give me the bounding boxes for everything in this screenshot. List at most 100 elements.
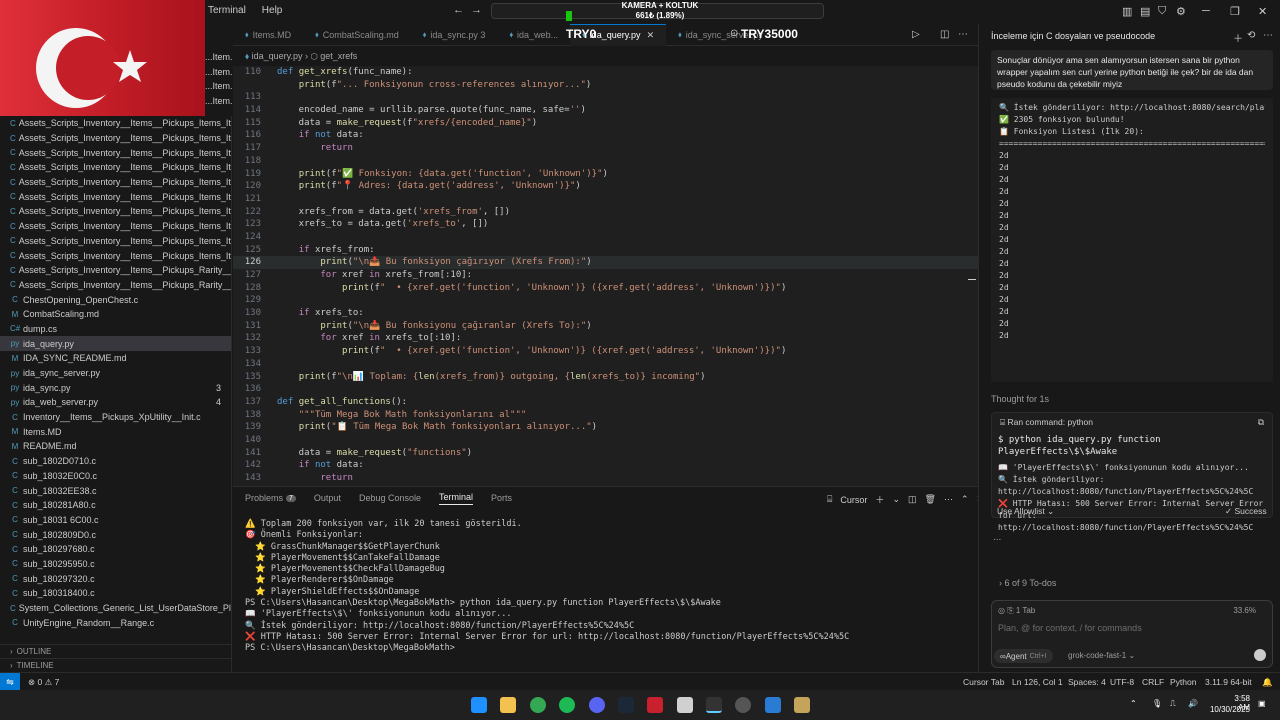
remote-icon[interactable]: ⇋ [0, 673, 20, 691]
tab-problems[interactable]: Problems 7 [245, 493, 296, 503]
windows-start-icon[interactable] [471, 697, 487, 713]
chevron-down-icon[interactable]: ⌄ [892, 494, 900, 505]
menu-help[interactable]: Help [254, 5, 291, 16]
forward-arrow-icon[interactable]: → [471, 4, 482, 16]
notification-icon[interactable]: ▣ [1258, 699, 1266, 708]
context-row[interactable]: ◎ ⎘ 1 Tab [998, 606, 1035, 616]
tree-item[interactable]: C UnityEngine_Random__Range.c [0, 615, 231, 630]
editor-tab[interactable]: ⬧ Items.MD [233, 24, 303, 46]
tree-item[interactable]: ...Item... [205, 96, 232, 111]
app-ida-icon[interactable] [677, 697, 693, 713]
tree-item[interactable]: M IDA_SYNC_README.md [0, 351, 231, 366]
obs-icon[interactable] [735, 697, 751, 713]
user-message[interactable]: Sonuçlar dönüyor ama sen alamıyorsun ist… [991, 50, 1273, 90]
split-editor-icon[interactable]: ◫ [940, 29, 949, 40]
thought-label[interactable]: Thought for 1s [991, 394, 1049, 404]
outline-section[interactable]: › OUTLINE [0, 644, 232, 658]
tree-item[interactable]: py ida_web_server.py 4 [0, 395, 231, 410]
editor-tab[interactable]: ⬧ ida_sync.py 3 [411, 24, 498, 46]
tree-item[interactable]: ...Item... [205, 52, 232, 67]
breadcrumb-file[interactable]: ida_query.py [252, 51, 303, 61]
more-actions-icon[interactable]: ⋯ [958, 29, 968, 40]
file-explorer-icon[interactable] [500, 697, 516, 713]
tree-item[interactable]: py ida_sync_server.py [0, 366, 231, 381]
model-selector[interactable]: grok-code-fast-1 ⌄ [1068, 651, 1135, 660]
cursor-position[interactable]: Ln 126, Col 1 [1012, 677, 1063, 687]
tree-item[interactable]: C Assets_Scripts_Inventory__Items__Pickup… [0, 131, 231, 146]
history-icon[interactable]: ⟲ [1247, 30, 1255, 41]
tray-chevron-icon[interactable]: ⌃ [1130, 699, 1137, 708]
tree-item[interactable]: C Assets_Scripts_Inventory__Items__Pickup… [0, 263, 231, 278]
maximize-panel-icon[interactable]: ⌃ [961, 494, 969, 505]
tree-item[interactable]: Csub_180297320.c [0, 571, 231, 586]
line-ending[interactable]: CRLF [1142, 677, 1164, 687]
cursor-tab-status[interactable]: Cursor Tab [963, 677, 1004, 687]
tab-terminal[interactable]: Terminal [439, 492, 474, 505]
tree-item[interactable]: M CombatScaling.md [0, 307, 231, 322]
tree-item[interactable]: C Inventory__Items__Pickups_XpUtility__In… [0, 410, 231, 425]
terminal-shell-label[interactable]: Cursor [840, 495, 867, 505]
code-editor[interactable]: 110 def get_xrefs(func_name): print(f"...… [233, 66, 978, 486]
tree-item[interactable]: ...Item... [205, 81, 232, 96]
new-terminal-icon[interactable]: ＋ [875, 493, 884, 506]
timeline-section[interactable]: › TIMELINE [0, 658, 232, 672]
tree-item[interactable]: Csub_180281A80.c [0, 498, 231, 513]
tree-item[interactable]: ...Item... [205, 67, 232, 82]
tree-item[interactable]: Csub_18031 6C00.c [0, 513, 231, 528]
app-gold-icon[interactable] [794, 697, 810, 713]
tree-item[interactable]: C Assets_Scripts_Inventory__Items__Pickup… [0, 204, 231, 219]
todos-toggle[interactable]: › 6 of 9 To-dos [991, 578, 1273, 594]
split-terminal-icon[interactable]: ◫ [908, 494, 917, 505]
clock-date[interactable]: 10/30/2025 [1208, 705, 1250, 714]
python-interpreter[interactable]: 3.11.9 64-bit [1205, 677, 1252, 687]
send-button[interactable] [1254, 649, 1266, 661]
tab-output[interactable]: Output [314, 493, 341, 503]
volume-icon[interactable]: 🔊 [1188, 699, 1198, 708]
tree-item[interactable]: C Assets_Scripts_Inventory__Items__Pickup… [0, 145, 231, 160]
menu-terminal[interactable]: Terminal [200, 5, 254, 16]
editor-tab[interactable]: ⬧ CombatScaling.md [303, 24, 411, 46]
tree-item[interactable]: py ida_sync.py 3 [0, 380, 231, 395]
indentation[interactable]: Spaces: 4 [1068, 677, 1106, 687]
toggle-sidebar-icon[interactable]: ▥ [1122, 5, 1132, 18]
discord-icon[interactable] [589, 697, 605, 713]
toggle-panel-icon[interactable]: ▤ [1140, 5, 1150, 18]
minimize-icon[interactable]: ─ [1202, 5, 1210, 17]
close-tab-icon[interactable]: ✕ [647, 30, 655, 41]
tab-debug-console[interactable]: Debug Console [359, 493, 421, 503]
run-icon[interactable]: ▷ [912, 29, 920, 40]
tree-item[interactable]: C Assets_Scripts_Inventory__Items__Pickup… [0, 160, 231, 175]
tree-item[interactable]: C Assets_Scripts_Inventory__Items__Pickup… [0, 278, 231, 293]
use-allowlist-dropdown[interactable]: Use Allowlist ⌄ [997, 506, 1054, 517]
microphone-icon[interactable]: 🎙 [1152, 699, 1162, 708]
tree-item[interactable]: Csub_1802809D0.c [0, 527, 231, 542]
encoding[interactable]: UTF-8 [1110, 677, 1134, 687]
tree-item[interactable]: Csub_180295950.c [0, 557, 231, 572]
tree-item[interactable]: C ChestOpening_OpenChest.c [0, 292, 231, 307]
expand-icon[interactable]: ⧉ [1258, 417, 1264, 428]
tree-item[interactable]: C Assets_Scripts_Inventory__Items__Pickup… [0, 116, 231, 131]
tree-item[interactable]: py ida_query.py [0, 336, 231, 351]
back-arrow-icon[interactable]: ← [453, 4, 464, 16]
tree-item[interactable]: C Assets_Scripts_Inventory__Items__Pickup… [0, 234, 231, 249]
tree-item[interactable]: C Assets_Scripts_Inventory__Items__Pickup… [0, 175, 231, 190]
gear-icon[interactable]: ⚙ [1176, 5, 1186, 18]
bell-icon[interactable]: 🔔 [1262, 677, 1273, 688]
app-blue-icon[interactable] [765, 697, 781, 713]
steam-icon[interactable] [618, 697, 634, 713]
agent-mode-selector[interactable]: ∞ Agent Ctrl+I [994, 649, 1053, 663]
tree-item[interactable]: Csub_1802D0710.c [0, 454, 231, 469]
tree-item[interactable]: C Assets_Scripts_Inventory__Items__Pickup… [0, 219, 231, 234]
app-red-icon[interactable] [647, 697, 663, 713]
cursor-app-icon[interactable] [706, 697, 722, 713]
tree-item[interactable]: C Assets_Scripts_Inventory__Items__Pickup… [0, 248, 231, 263]
tree-item[interactable]: C# dump.cs [0, 322, 231, 337]
more-actions-icon[interactable]: ⋯ [1263, 30, 1273, 41]
tree-item[interactable]: Csub_180318400.c [0, 586, 231, 601]
chat-input[interactable] [998, 623, 1266, 633]
tab-ports[interactable]: Ports [491, 493, 512, 503]
tree-item[interactable]: Csub_180297680.c [0, 542, 231, 557]
spotify-icon[interactable] [559, 697, 575, 713]
tree-item[interactable]: M Items.MD [0, 424, 231, 439]
tree-item[interactable]: Csub_18032EE38.c [0, 483, 231, 498]
